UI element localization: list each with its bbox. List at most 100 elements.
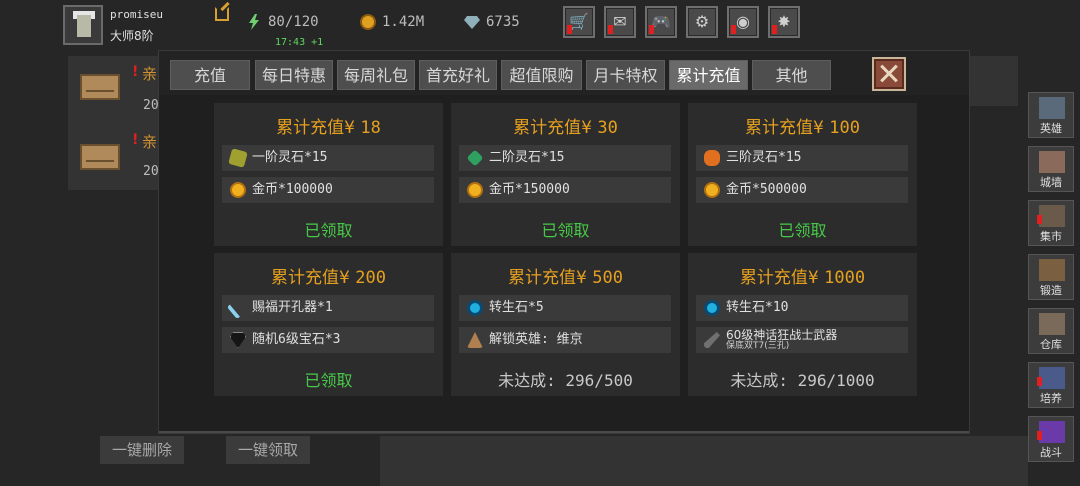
tab-6[interactable]: 累计充值 — [669, 60, 748, 90]
lightning-icon — [249, 14, 259, 30]
reward-text: 金币*100000 — [252, 182, 333, 197]
sidebar-item-6[interactable]: 战斗 — [1028, 416, 1074, 462]
reward-item[interactable]: 金币*150000 — [459, 177, 671, 203]
recharge-label: 累计充值¥ — [271, 268, 350, 288]
claimed-status[interactable]: 已领取 — [451, 217, 680, 241]
reward-item[interactable]: 转生石*10 — [696, 295, 908, 321]
mail-item-date: 20 — [143, 164, 159, 179]
gamepad-button[interactable]: 🎮 — [645, 6, 677, 38]
recharge-amount: 500 — [592, 268, 623, 288]
tab-2[interactable]: 每周礼包 — [337, 60, 415, 90]
battle-portal-icon — [1039, 421, 1065, 443]
mail-item-title[interactable]: 亲 — [142, 63, 157, 84]
claimed-status[interactable]: 已领取 — [214, 367, 443, 391]
claimed-status[interactable]: 已领取 — [214, 217, 443, 241]
mail-alert-icon: ! — [132, 132, 139, 148]
player-rank: 大师8阶 — [110, 29, 154, 43]
sidebar-item-label: 战斗 — [1040, 446, 1062, 459]
sidebar-item-1[interactable]: 城墙 — [1028, 146, 1074, 192]
close-button[interactable] — [872, 57, 906, 91]
gold-value: 1.42M — [382, 14, 425, 30]
alert-badge — [772, 25, 777, 34]
gold-stat: 1.42M — [360, 11, 450, 33]
reward-card-title: 累计充值¥ 100 — [688, 113, 917, 138]
fireworks-button[interactable]: ✸ — [768, 6, 800, 38]
gear-icon: ⚙ — [694, 12, 710, 31]
reward-subtext: 保底双T7(三孔) — [726, 341, 790, 351]
progress-status: 未达成: 296/500 — [498, 371, 633, 390]
alert-badge — [1037, 377, 1042, 386]
reward-text: 金币*500000 — [726, 182, 807, 197]
reward-item[interactable]: 三阶灵石*15 — [696, 145, 908, 171]
alert-badge — [567, 25, 572, 34]
reward-item[interactable]: 解锁英雄: 维京 — [459, 327, 671, 353]
hero-icon — [467, 332, 483, 348]
tab-7[interactable]: 其他 — [752, 60, 831, 90]
player-avatar[interactable] — [63, 5, 103, 45]
avatar-face — [77, 15, 91, 37]
reward-card-title: 累计充值¥ 200 — [214, 263, 443, 288]
recharge-amount: 18 — [360, 118, 381, 138]
rebirth-icon — [467, 300, 483, 316]
reward-card: 累计充值¥ 500 转生石*5 解锁英雄: 维京 未达成: 296/500 — [451, 253, 680, 396]
alert-badge — [1037, 215, 1042, 224]
claimed-status[interactable]: 已领取 — [688, 217, 917, 241]
edit-name-icon[interactable] — [215, 7, 229, 21]
reward-item[interactable]: 赐福开孔器*1 — [222, 295, 434, 321]
scroll-divider — [159, 431, 969, 433]
reward-item[interactable]: 金币*500000 — [696, 177, 908, 203]
reward-card: 累计充值¥ 100 三阶灵石*15 金币*500000 已领取 — [688, 103, 917, 246]
reward-item[interactable]: 二阶灵石*15 — [459, 145, 671, 171]
cultivate-icon — [1039, 367, 1065, 389]
reward-text: 转生石*5 — [489, 300, 544, 315]
sidebar-item-label: 仓库 — [1040, 338, 1062, 351]
claim-all-button[interactable]: 一键领取 — [226, 436, 311, 464]
sidebar-item-0[interactable]: 英雄 — [1028, 92, 1074, 138]
sidebar-item-label: 城墙 — [1040, 176, 1062, 189]
sidebar-item-label: 锻造 — [1040, 284, 1062, 297]
hero-helmet-icon — [1039, 97, 1065, 119]
sidebar-item-3[interactable]: 锻造 — [1028, 254, 1074, 300]
wheel-button[interactable]: ◉ — [727, 6, 759, 38]
reward-text: 解锁英雄: 维京 — [489, 332, 583, 347]
alert-badge — [1037, 431, 1042, 440]
sidebar-item-4[interactable]: 仓库 — [1028, 308, 1074, 354]
sidebar-item-5[interactable]: 培养 — [1028, 362, 1074, 408]
reward-card-title: 累计充值¥ 18 — [214, 113, 443, 138]
progress-status: 未达成: 296/1000 — [730, 371, 875, 390]
tab-3[interactable]: 首充好礼 — [419, 60, 497, 90]
gems-value: 6735 — [486, 14, 520, 30]
warehouse-icon — [1039, 313, 1065, 335]
mail-item-title[interactable]: 亲 — [142, 131, 157, 152]
tab-4[interactable]: 超值限购 — [501, 60, 582, 90]
reward-item[interactable]: 随机6级宝石*3 — [222, 327, 434, 353]
tab-1[interactable]: 每日特惠 — [255, 60, 333, 90]
tab-5[interactable]: 月卡特权 — [586, 60, 665, 90]
reward-text: 赐福开孔器*1 — [252, 300, 333, 315]
mail-envelope-icon[interactable] — [80, 144, 120, 170]
market-icon — [1039, 205, 1065, 227]
recharge-label: 累计充值¥ — [513, 118, 592, 138]
castle-wall-icon — [1039, 151, 1065, 173]
stamina-timer: 17:43 +1 — [275, 37, 324, 48]
mail-button[interactable]: ✉ — [604, 6, 636, 38]
mail-envelope-icon[interactable] — [80, 74, 120, 100]
mail-detail-footer — [380, 436, 1028, 486]
shop-cart-button[interactable]: 🛒 — [563, 6, 595, 38]
reward-card-title: 累计充值¥ 1000 — [688, 263, 917, 288]
stone2-icon — [466, 149, 484, 167]
reward-item[interactable]: 金币*100000 — [222, 177, 434, 203]
gear-button[interactable]: ⚙ — [686, 6, 718, 38]
reward-text: 一阶灵石*15 — [252, 150, 328, 165]
stamina-value: 80/120 — [268, 14, 319, 30]
reward-card: 累计充值¥ 1000 转生石*10 60级神话狂战士武器 保底双T7(三孔) 未达成: … — [688, 253, 917, 396]
recharge-amount: 100 — [829, 118, 860, 138]
delete-all-button[interactable]: 一键删除 — [100, 436, 185, 464]
reward-text: 转生石*10 — [726, 300, 789, 315]
gems-stat: 6735 — [464, 11, 544, 33]
reward-item[interactable]: 60级神话狂战士武器 保底双T7(三孔) — [696, 327, 908, 353]
reward-item[interactable]: 转生石*5 — [459, 295, 671, 321]
reward-item[interactable]: 一阶灵石*15 — [222, 145, 434, 171]
sidebar-item-2[interactable]: 集市 — [1028, 200, 1074, 246]
tab-0[interactable]: 充值 — [170, 60, 250, 90]
